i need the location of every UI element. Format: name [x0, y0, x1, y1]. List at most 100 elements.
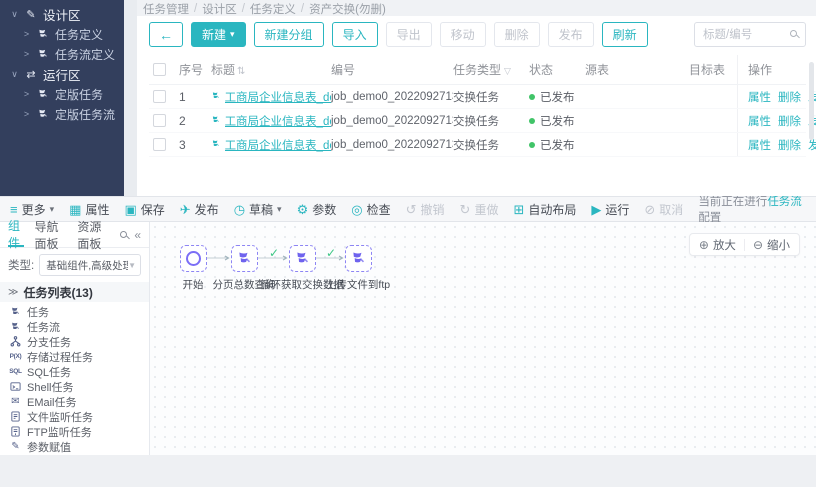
自动布局-button[interactable]: ⊞自动布局	[513, 201, 576, 218]
chevron-right-icon[interactable]: >	[22, 29, 31, 39]
title-link[interactable]: 工商局企业信息表_demo0_2...	[225, 113, 331, 129]
cell-status: 已发布	[529, 89, 585, 105]
title-link[interactable]: 工商局企业信息表_demo0_2...	[225, 89, 331, 105]
task-list-header[interactable]: ≫ 任务列表(13)	[0, 282, 149, 302]
flow-node-上传文件到ftp[interactable]	[345, 245, 372, 272]
sidebar-section-设计区[interactable]: ∨✎设计区	[0, 4, 124, 24]
param-assign-pen-icon: ✎	[9, 441, 22, 453]
collapse-left-icon[interactable]: «	[134, 228, 141, 242]
success-check-icon: ✓	[326, 246, 336, 260]
table-row[interactable]: 2工商局企业信息表_demo0_2...job_demo0_2022092713…	[149, 109, 806, 133]
chevron-down-icon[interactable]: ∨	[10, 9, 19, 20]
chevron-right-icon[interactable]: >	[22, 109, 31, 119]
breadcrumb-item[interactable]: 任务定义	[250, 1, 296, 17]
sidebar-item-任务定义[interactable]: >任务定义	[0, 24, 124, 44]
sidebar-section-运行区[interactable]: ∨⇄运行区	[0, 64, 124, 84]
sort-icon[interactable]: ⇅	[237, 66, 245, 77]
title-link[interactable]: 工商局企业信息表_demo0_2...	[225, 137, 331, 153]
sidebar-item-定版任务[interactable]: >定版任务	[0, 84, 124, 104]
taskflow-icon	[9, 321, 22, 333]
breadcrumb-item[interactable]: 任务管理	[143, 1, 189, 17]
tab-资源面板[interactable]: 资源面板	[77, 222, 110, 247]
list-item-参数赋值[interactable]: ✎参数赋值	[0, 439, 149, 454]
list-item-Groovy脚本[interactable]: ✶Groovy脚本	[0, 454, 149, 455]
发布-button[interactable]: ✈发布	[180, 201, 219, 218]
task-swoosh-icon	[36, 27, 50, 41]
col-ops: 操作	[737, 55, 806, 84]
search-icon[interactable]	[120, 231, 127, 238]
chevron-right-icon[interactable]: >	[22, 49, 31, 59]
list-item-文件监听任务[interactable]: 文件监听任务	[0, 409, 149, 424]
属性-button[interactable]: ▦属性	[69, 201, 109, 218]
row-checkbox[interactable]	[153, 138, 166, 151]
select-all-checkbox[interactable]	[153, 63, 166, 76]
col-type[interactable]: 任务类型▽	[453, 61, 529, 78]
检查-button[interactable]: ◎检查	[351, 201, 390, 218]
table-row[interactable]: 3工商局企业信息表_demo0_2...job_demo0_2022092713…	[149, 133, 806, 157]
chevron-down-icon: ▼	[128, 261, 136, 270]
status-dot-icon	[529, 118, 535, 124]
col-title[interactable]: 标题⇅	[211, 61, 331, 78]
table-row[interactable]: 1工商局企业信息表_demo0_2...job_demo0_2022092713…	[149, 85, 806, 109]
flow-node-分页总数查询[interactable]	[231, 245, 258, 272]
top-region: ∨✎设计区>任务定义>任务流定义∨⇄运行区>定版任务>定版任务流 任务管理/ 设…	[0, 0, 816, 196]
属性-link[interactable]: 属性	[748, 113, 771, 129]
list-item-SQL任务[interactable]: SQLSQL任务	[0, 364, 149, 379]
task-table-card: ← 新建▾新建分组导入导出移动删除发布刷新 序号 标题⇅ 编号 任务类型▽ 状态…	[137, 16, 816, 196]
taskflow-icon	[36, 107, 50, 121]
保存-button[interactable]: ▣保存	[124, 201, 164, 218]
list-item-Shell任务[interactable]: Shell任务	[0, 379, 149, 394]
list-item-EMail任务[interactable]: ✉EMail任务	[0, 394, 149, 409]
breadcrumb: 任务管理/ 设计区/ 任务定义/ 资产交换(勿删)	[137, 0, 816, 15]
row-checkbox[interactable]	[153, 114, 166, 127]
component-list: 任务任务流分支任务P(X)存储过程任务SQLSQL任务Shell任务✉EMail…	[0, 302, 149, 455]
table-body: 1工商局企业信息表_demo0_2...job_demo0_2022092713…	[149, 85, 806, 157]
tab-导航面板[interactable]: 导航面板	[34, 222, 67, 247]
zoom-out-button[interactable]: ⊖ 缩小	[753, 237, 790, 253]
属性-link[interactable]: 属性	[748, 137, 771, 153]
刷新-button[interactable]: 刷新	[602, 22, 648, 47]
新建分组-button[interactable]: 新建分组	[254, 22, 324, 47]
type-select[interactable]: 基础组件,高级处理组件 ▼	[39, 254, 141, 276]
cell-code: job_demo0_20220927132347u...	[331, 139, 453, 151]
list-item-分支任务[interactable]: 分支任务	[0, 334, 149, 349]
list-item-FTP监听任务[interactable]: FTP监听任务	[0, 424, 149, 439]
zoom-out-icon: ⊖	[753, 238, 763, 252]
collapse-section-icon[interactable]: ≫	[8, 287, 18, 298]
list-item-任务[interactable]: 任务	[0, 304, 149, 319]
properties-icon: ▦	[69, 203, 81, 216]
草稿-button[interactable]: ◷草稿▾	[234, 201, 282, 218]
sidebar-section-label: 设计区	[43, 5, 81, 24]
删除-link[interactable]: 删除	[778, 89, 801, 105]
flow-node-循环获取交换数据[interactable]	[289, 245, 316, 272]
status-dot-icon	[529, 94, 535, 100]
list-item-存储过程任务[interactable]: P(X)存储过程任务	[0, 349, 149, 364]
cell-status: 已发布	[529, 137, 585, 153]
tab-组件[interactable]: 组件	[8, 222, 24, 247]
chevron-down-icon: ▾	[277, 204, 282, 215]
list-item-任务流[interactable]: 任务流	[0, 319, 149, 334]
更多-button[interactable]: ≡更多▾	[10, 201, 54, 218]
back-button[interactable]: ←	[149, 22, 183, 47]
table-scrollbar[interactable]	[809, 62, 814, 140]
breadcrumb-item[interactable]: 设计区	[202, 1, 237, 17]
filter-icon[interactable]: ▽	[504, 66, 511, 76]
chevron-down-icon[interactable]: ∨	[10, 69, 19, 80]
cell-ops: 属性删除发布...	[737, 109, 816, 132]
运行-button[interactable]: ▶运行	[591, 201, 629, 218]
删除-link[interactable]: 删除	[778, 137, 801, 153]
chevron-right-icon[interactable]: >	[22, 89, 31, 99]
cell-code: job_demo0_20220927132347	[331, 115, 453, 127]
参数-button[interactable]: ⚙参数	[297, 201, 337, 218]
导入-button[interactable]: 导入	[332, 22, 378, 47]
sidebar-item-任务流定义[interactable]: >任务流定义	[0, 44, 124, 64]
sidebar-item-定版任务流[interactable]: >定版任务流	[0, 104, 124, 124]
属性-link[interactable]: 属性	[748, 89, 771, 105]
zoom-in-button[interactable]: ⊕ 放大	[699, 237, 736, 253]
新建-button[interactable]: 新建▾	[191, 22, 246, 47]
col-index: 序号	[179, 61, 211, 78]
删除-link[interactable]: 删除	[778, 113, 801, 129]
flow-canvas[interactable]: ✓ ✓ 开始分页总数查询循环获取交换数据上传文件到ftp ⊕ 放大 ⊖ 缩小	[150, 222, 816, 455]
row-checkbox[interactable]	[153, 90, 166, 103]
flow-node-开始[interactable]	[180, 245, 207, 272]
